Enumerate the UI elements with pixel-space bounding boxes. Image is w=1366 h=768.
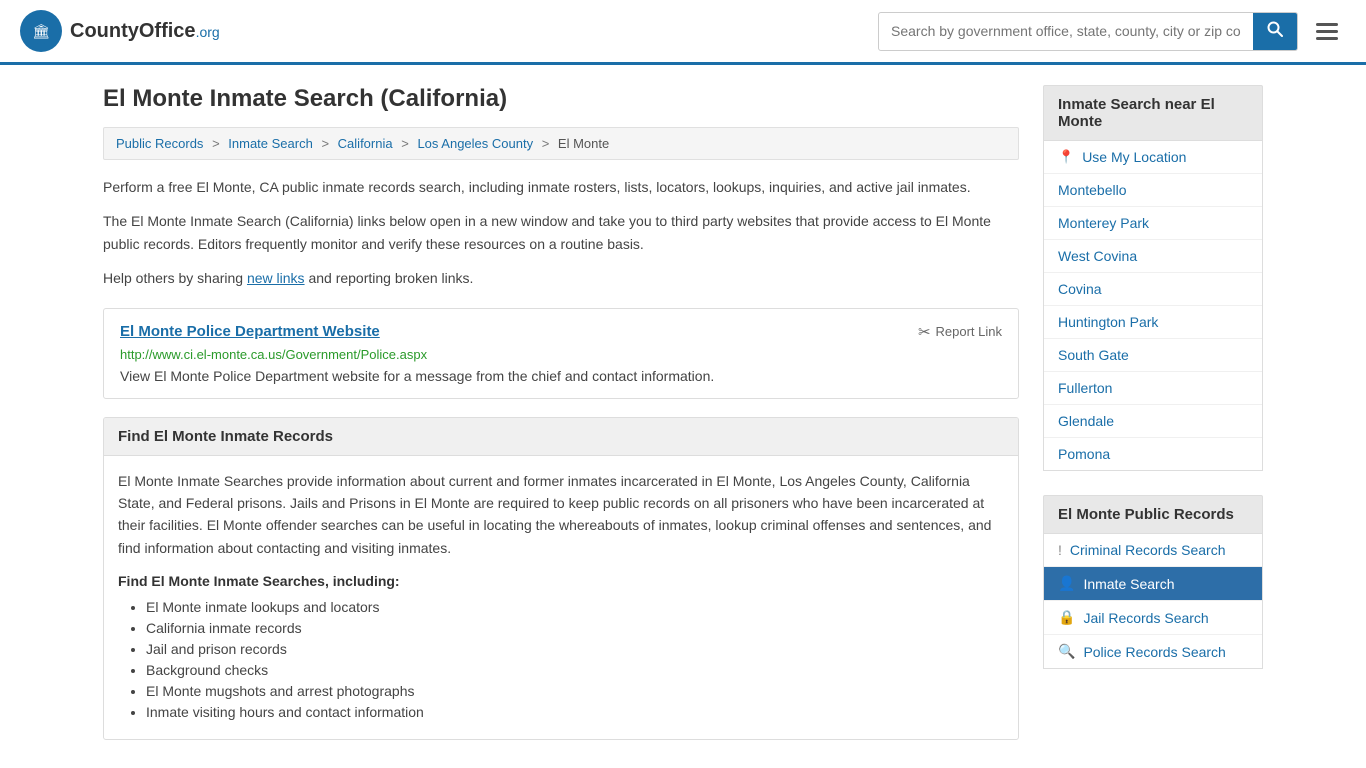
sidebar-nearby-link[interactable]: Montebello	[1058, 182, 1127, 198]
sidebar-pub-record-item[interactable]: 👤 Inmate Search	[1044, 567, 1262, 601]
new-links-link[interactable]: new links	[247, 270, 305, 286]
sidebar-nearby-link[interactable]: Pomona	[1058, 446, 1110, 462]
sidebar-nearby-link[interactable]: Huntington Park	[1058, 314, 1158, 330]
report-icon: ✂	[918, 323, 931, 341]
sidebar-public-records-links: ! Criminal Records Search 👤 Inmate Search 🔒 J…	[1043, 534, 1263, 669]
header: 🏛 CountyOffice.org	[0, 0, 1366, 65]
list-item: Background checks	[146, 662, 1004, 678]
link-card-header: El Monte Police Department Website ✂ Rep…	[120, 323, 1002, 341]
breadcrumb-california[interactable]: California	[338, 136, 393, 151]
sidebar-pub-record-item[interactable]: 🔒 Jail Records Search	[1044, 601, 1262, 635]
sidebar-use-location[interactable]: 📍 Use My Location	[1044, 141, 1262, 174]
report-link-button[interactable]: ✂ Report Link	[918, 323, 1002, 341]
logo-icon: 🏛	[20, 10, 62, 52]
breadcrumb-inmate-search[interactable]: Inmate Search	[228, 136, 313, 151]
logo-area: 🏛 CountyOffice.org	[20, 10, 220, 52]
intro-p3: Help others by sharing new links and rep…	[103, 267, 1019, 289]
search-button[interactable]	[1253, 13, 1297, 50]
sidebar-nearby-title: Inmate Search near El Monte	[1043, 85, 1263, 141]
sidebar: Inmate Search near El Monte 📍 Use My Loc…	[1043, 85, 1263, 740]
svg-text:🏛: 🏛	[32, 23, 50, 39]
sidebar-nearby-link-item[interactable]: Glendale	[1044, 405, 1262, 438]
lock-icon: 🔒	[1058, 609, 1075, 626]
search-input[interactable]	[879, 15, 1253, 47]
sidebar-nearby-link[interactable]: Glendale	[1058, 413, 1114, 429]
hamburger-menu-button[interactable]	[1308, 19, 1346, 44]
search-small-icon: 🔍	[1058, 643, 1075, 660]
list-item: El Monte inmate lookups and locators	[146, 599, 1004, 615]
sidebar-pub-record-link[interactable]: Criminal Records Search	[1070, 542, 1226, 558]
use-my-location-link[interactable]: Use My Location	[1082, 149, 1186, 165]
list-item: Inmate visiting hours and contact inform…	[146, 704, 1004, 720]
list-item: Jail and prison records	[146, 641, 1004, 657]
link-card-title[interactable]: El Monte Police Department Website	[120, 323, 380, 340]
sidebar-nearby-link[interactable]: Covina	[1058, 281, 1102, 297]
sidebar-pub-record-item[interactable]: 🔍 Police Records Search	[1044, 635, 1262, 668]
sidebar-nearby-link[interactable]: West Covina	[1058, 248, 1137, 264]
sidebar-nearby-link-item[interactable]: Montebello	[1044, 174, 1262, 207]
find-section: Find El Monte Inmate Records El Monte In…	[103, 417, 1019, 741]
sidebar-pub-record-link[interactable]: Jail Records Search	[1083, 610, 1208, 626]
person-icon: 👤	[1058, 575, 1075, 592]
main-container: El Monte Inmate Search (California) Publ…	[83, 65, 1283, 760]
sidebar-public-records-section: El Monte Public Records ! Criminal Record…	[1043, 495, 1263, 669]
sidebar-nearby-link-item[interactable]: Huntington Park	[1044, 306, 1262, 339]
breadcrumb-los-angeles-county[interactable]: Los Angeles County	[417, 136, 533, 151]
sidebar-nearby-section: Inmate Search near El Monte 📍 Use My Loc…	[1043, 85, 1263, 471]
sidebar-nearby-link[interactable]: South Gate	[1058, 347, 1129, 363]
sidebar-nearby-link-item[interactable]: Covina	[1044, 273, 1262, 306]
find-section-list: El Monte inmate lookups and locators Cali…	[118, 599, 1004, 720]
sidebar-nearby-link-item[interactable]: Fullerton	[1044, 372, 1262, 405]
breadcrumb-el-monte: El Monte	[558, 136, 609, 151]
sidebar-pub-record-link[interactable]: Police Records Search	[1083, 644, 1225, 660]
sidebar-nearby-link-item[interactable]: South Gate	[1044, 339, 1262, 372]
find-section-subheading: Find El Monte Inmate Searches, including…	[118, 573, 1004, 589]
link-description: View El Monte Police Department website …	[120, 368, 1002, 384]
sidebar-nearby-link[interactable]: Fullerton	[1058, 380, 1112, 396]
logo-text: CountyOffice.org	[70, 20, 220, 43]
sidebar-nearby-link[interactable]: Monterey Park	[1058, 215, 1149, 231]
find-section-body: El Monte Inmate Searches provide informa…	[104, 456, 1018, 740]
list-item: California inmate records	[146, 620, 1004, 636]
find-section-text: El Monte Inmate Searches provide informa…	[118, 470, 1004, 560]
sidebar-nearby-links: 📍 Use My Location Montebello Monterey Par…	[1043, 141, 1263, 471]
list-item: El Monte mugshots and arrest photographs	[146, 683, 1004, 699]
warning-icon: !	[1058, 542, 1062, 558]
search-bar	[878, 12, 1298, 51]
intro-p1: Perform a free El Monte, CA public inmat…	[103, 176, 1019, 198]
intro-p2: The El Monte Inmate Search (California) …	[103, 210, 1019, 255]
location-pin-icon: 📍	[1058, 149, 1074, 165]
link-card: El Monte Police Department Website ✂ Rep…	[103, 308, 1019, 399]
sidebar-nearby-link-item[interactable]: Pomona	[1044, 438, 1262, 470]
sidebar-public-records-title: El Monte Public Records	[1043, 495, 1263, 534]
breadcrumb-public-records[interactable]: Public Records	[116, 136, 203, 151]
sidebar-nearby-link-item[interactable]: Monterey Park	[1044, 207, 1262, 240]
link-url[interactable]: http://www.ci.el-monte.ca.us/Government/…	[120, 347, 1002, 362]
find-section-title: Find El Monte Inmate Records	[104, 418, 1018, 456]
content-area: El Monte Inmate Search (California) Publ…	[103, 85, 1019, 740]
breadcrumb: Public Records > Inmate Search > Califor…	[103, 127, 1019, 160]
sidebar-pub-record-item[interactable]: ! Criminal Records Search	[1044, 534, 1262, 567]
header-right	[878, 12, 1346, 51]
sidebar-nearby-link-item[interactable]: West Covina	[1044, 240, 1262, 273]
report-link-label: Report Link	[936, 324, 1002, 339]
page-title: El Monte Inmate Search (California)	[103, 85, 1019, 113]
sidebar-pub-record-link[interactable]: Inmate Search	[1083, 576, 1174, 592]
